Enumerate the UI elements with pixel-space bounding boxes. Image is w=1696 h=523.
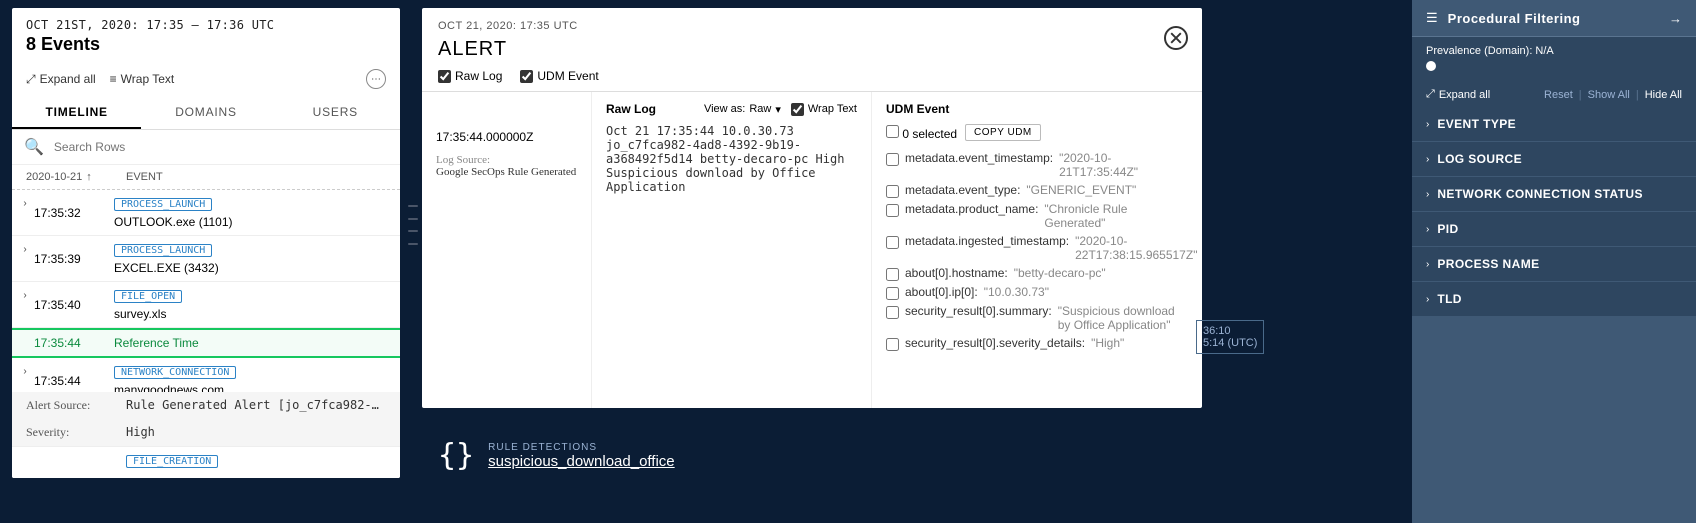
chevron-right-icon: › — [1426, 154, 1429, 165]
raw-log-header: Raw Log — [606, 102, 656, 116]
event-row[interactable]: ›17:35:40FILE_OPENsurvey.xls — [12, 282, 400, 328]
tab-domains[interactable]: DOMAINS — [141, 97, 270, 129]
wrap-text-button[interactable]: ≡Wrap Text — [110, 72, 175, 86]
filter-section[interactable]: ›LOG SOURCE — [1412, 142, 1696, 177]
udm-field[interactable]: metadata.event_timestamp: "2020-10-21T17… — [886, 151, 1188, 179]
alert-title: ALERT — [438, 38, 1186, 61]
udm-field[interactable]: security_result[0].severity_details: "Hi… — [886, 336, 1188, 351]
close-icon — [1170, 32, 1182, 44]
udm-column: UDM Event 0 selected COPY UDM metadata.e… — [872, 92, 1202, 408]
chevron-right-icon: › — [1426, 224, 1429, 235]
event-rows: ›17:35:32PROCESS_LAUNCHOUTLOOK.exe (1101… — [12, 190, 400, 392]
raw-log-column: Raw Log View as: Raw ▾ Wrap Text Oct 21 … — [592, 92, 872, 408]
expand-row-caret[interactable]: › — [16, 196, 34, 209]
filter-expand-all[interactable]: ⤢Expand all — [1426, 88, 1490, 101]
udm-field[interactable]: security_result[0].summary: "Suspicious … — [886, 304, 1188, 332]
expand-row-caret[interactable]: › — [16, 364, 34, 377]
search-icon: 🔍 — [24, 137, 44, 157]
tab-users[interactable]: USERS — [271, 97, 400, 129]
event-column: EVENT — [126, 171, 386, 183]
udm-field[interactable]: about[0].ip[0]: "10.0.30.73" — [886, 285, 1188, 300]
filter-section[interactable]: ›NETWORK CONNECTION STATUS — [1412, 177, 1696, 212]
severity-row: Severity: High — [12, 419, 400, 446]
event-row[interactable]: 17:35:44Reference Time — [12, 328, 400, 358]
filter-title: Procedural Filtering — [1448, 11, 1581, 26]
event-row[interactable]: ›17:35:44NETWORK_CONNECTIONmanygoodnews.… — [12, 358, 400, 392]
show-all-link[interactable]: Show All — [1588, 89, 1630, 101]
sort-asc-icon: ↑ — [86, 171, 92, 183]
expand-row-caret[interactable]: › — [16, 242, 34, 255]
alert-source-row: Alert Source: Rule Generated Alert [jo_c… — [12, 392, 400, 419]
event-count: 8 Events — [26, 34, 386, 55]
trailing-tag-row: FILE_CREATION — [12, 446, 400, 478]
udm-field[interactable]: metadata.ingested_timestamp: "2020-10-22… — [886, 234, 1188, 262]
copy-udm-button[interactable]: COPY UDM — [965, 124, 1041, 141]
view-as-dropdown[interactable]: View as: Raw ▾ — [704, 103, 781, 116]
alert-detail-panel: OCT 21, 2020: 17:35 UTC ALERT Raw Log UD… — [422, 8, 1202, 408]
more-menu-button[interactable]: ⋯ — [366, 69, 386, 89]
filter-icon: ☰ — [1426, 10, 1438, 26]
event-row[interactable]: ›17:35:39PROCESS_LAUNCHEXCEL.EXE (3432) — [12, 236, 400, 282]
tab-timeline[interactable]: TIMELINE — [12, 97, 141, 129]
caret-down-icon: ▾ — [775, 103, 781, 116]
search-input[interactable] — [50, 136, 388, 158]
timeline-marker: 36:10 5:14 (UTC) — [1196, 320, 1264, 354]
raw-log-toggle[interactable]: Raw Log — [438, 69, 502, 83]
udm-event-toggle[interactable]: UDM Event — [520, 69, 598, 83]
udm-header: UDM Event — [886, 102, 949, 116]
udm-field[interactable]: about[0].hostname: "betty-decaro-pc" — [886, 266, 1188, 281]
prevalence-slider-thumb[interactable] — [1426, 61, 1436, 71]
wrap-text-toggle[interactable]: Wrap Text — [791, 103, 857, 116]
hide-all-link[interactable]: Hide All — [1645, 89, 1682, 101]
chevron-right-icon: › — [1426, 259, 1429, 270]
udm-select-all[interactable]: 0 selected — [886, 125, 957, 141]
chevron-right-icon: › — [1426, 119, 1429, 130]
event-row[interactable]: ›17:35:32PROCESS_LAUNCHOUTLOOK.exe (1101… — [12, 190, 400, 236]
filter-section[interactable]: ›EVENT TYPE — [1412, 107, 1696, 142]
braces-icon: {} — [438, 438, 474, 473]
expand-row-caret[interactable]: › — [16, 288, 34, 301]
filter-section[interactable]: ›PID — [1412, 212, 1696, 247]
chevron-right-icon: › — [1426, 294, 1429, 305]
close-button[interactable] — [1164, 26, 1188, 50]
filter-section[interactable]: ›TLD — [1412, 282, 1696, 317]
events-panel: OCT 21ST, 2020: 17:35 – 17:36 UTC 8 Even… — [12, 8, 400, 478]
udm-field[interactable]: metadata.event_type: "GENERIC_EVENT" — [886, 183, 1188, 198]
rule-detection-link[interactable]: {} RULE DETECTIONS suspicious_download_o… — [438, 438, 675, 473]
expand-all-button[interactable]: ⤢Expand all — [26, 72, 96, 87]
date-column[interactable]: 2020-10-21 — [26, 171, 82, 183]
raw-log-text: Oct 21 17:35:44 10.0.30.73 jo_c7fca982-4… — [606, 124, 857, 194]
date-range: OCT 21ST, 2020: 17:35 – 17:36 UTC — [26, 18, 386, 32]
collapse-panel-button[interactable]: → — [1669, 11, 1682, 26]
filter-panel: ☰ Procedural Filtering → Prevalence (Dom… — [1412, 0, 1696, 523]
resize-handle[interactable] — [408, 200, 418, 250]
chevron-right-icon: › — [1426, 189, 1429, 200]
alert-timestamp: OCT 21, 2020: 17:35 UTC — [438, 20, 1186, 32]
filter-section[interactable]: ›PROCESS NAME — [1412, 247, 1696, 282]
timestamp-column: 17:35:44.000000Z Log Source: Google SecO… — [422, 92, 592, 408]
udm-field[interactable]: metadata.product_name: "Chronicle Rule G… — [886, 202, 1188, 230]
reset-link[interactable]: Reset — [1544, 89, 1573, 101]
prevalence-label: Prevalence (Domain): N/A — [1426, 45, 1682, 57]
